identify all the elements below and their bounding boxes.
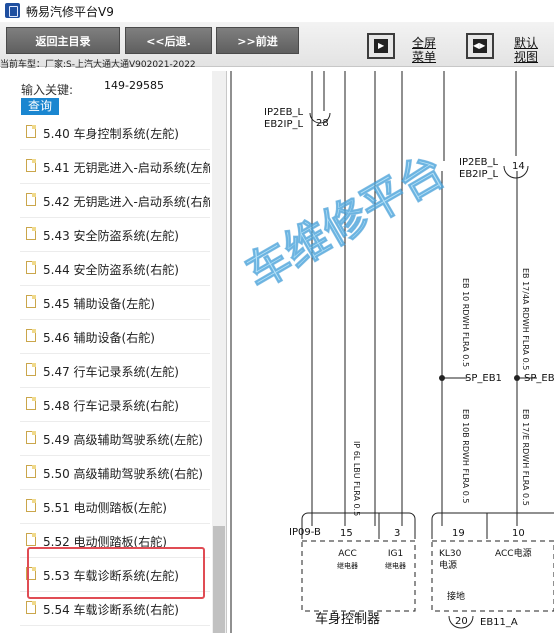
tree-item[interactable]: 5.46 辅助设备(右舵) — [20, 321, 210, 354]
document-icon — [26, 295, 36, 308]
tree-item[interactable]: 5.41 无钥匙进入-启动系统(左舵) — [20, 151, 210, 184]
query-button[interactable]: 查询 — [21, 98, 59, 115]
connector-label: IP09-B — [289, 527, 321, 538]
connector-label: EB11_A — [480, 617, 518, 628]
splice-label: SP_EB1 — [465, 373, 502, 384]
tree-item[interactable]: 5.49 高级辅助驾驶系统(左舵) — [20, 423, 210, 456]
tree-item[interactable]: 5.42 无钥匙进入-启动系统(右舵) — [20, 185, 210, 218]
app-icon — [5, 3, 20, 18]
pin-number: 14 — [512, 161, 525, 172]
fullscreen-menu-button[interactable]: ▶ — [367, 33, 395, 59]
forward-button[interactable]: >>前进 — [216, 27, 299, 54]
wire-label: EB 10 RDWH FLRA 0.5 — [461, 278, 470, 368]
splice-label: SP_EB1 — [524, 373, 554, 384]
fullscreen-menu-label[interactable]: 全屏 菜单 — [412, 36, 436, 64]
document-icon — [26, 397, 36, 410]
back-to-main-button[interactable]: 返回主目录 — [6, 27, 120, 54]
document-icon — [26, 159, 36, 172]
pin-function: IG1 继电器 — [385, 549, 406, 570]
default-view-label[interactable]: 默认 视图 — [514, 36, 538, 64]
pin-function: ACC电源 — [495, 549, 532, 559]
document-icon — [26, 465, 36, 478]
wire-label: EB 17/4A RDWH FLRA 0.5 — [521, 268, 530, 371]
document-icon — [26, 601, 36, 614]
current-car-model: 当前车型：厂家:S-上汽大通大通V902021-2022 — [0, 60, 196, 70]
document-icon — [26, 431, 36, 444]
pin-number: 15 — [340, 528, 353, 539]
tree-item[interactable]: 5.50 高级辅助驾驶系统(右舵) — [20, 457, 210, 490]
tree-item[interactable]: 5.40 车身控制系统(左舵) — [20, 117, 210, 150]
document-icon — [26, 329, 36, 342]
tree-item[interactable]: 5.43 安全防盗系统(左舵) — [20, 219, 210, 252]
scrollbar-thumb[interactable] — [213, 526, 225, 633]
signal-label: IP2EB_L EB2IP_L — [459, 157, 499, 180]
document-icon — [26, 227, 36, 240]
module-label: 车身控制器 — [315, 612, 381, 627]
keyword-label: 输入关键: — [21, 83, 74, 97]
wiring-diagram[interactable]: 车维修平台 IP2EB_L EB2IP_L 28 IP2EB_L EB2IP_L 1… — [227, 71, 554, 633]
expand-icon: ▶ — [374, 39, 388, 53]
pin-number: 10 — [512, 528, 525, 539]
document-icon — [26, 533, 36, 546]
default-view-button[interactable]: ◀▶ — [466, 33, 494, 59]
wire-label: IP 6L LBU FLRA 0.5 — [352, 441, 361, 517]
pin-function: 接地 — [447, 592, 466, 602]
signal-label: IP2EB_L EB2IP_L — [264, 107, 304, 130]
pin-number: 19 — [452, 528, 465, 539]
tree-item[interactable]: 5.48 行车记录系统(右舵) — [20, 389, 210, 422]
pin-function: KL30 电源 — [439, 549, 462, 571]
document-icon — [26, 499, 36, 512]
split-view-icon: ◀▶ — [473, 39, 487, 53]
title-bar: 畅易汽修平台V9 — [0, 0, 554, 23]
document-icon — [26, 193, 36, 206]
wire-label: EB 17/E RDWH FLRA 0.5 — [521, 409, 530, 506]
pin-number: 3 — [394, 528, 401, 539]
pin-function: ACC 继电器 — [337, 549, 358, 570]
wire-label: EB 10B RDWH FLRA 0.5 — [461, 409, 470, 504]
window-title: 畅易汽修平台V9 — [26, 5, 114, 19]
back-button[interactable]: <<后退. — [125, 27, 212, 54]
document-icon — [26, 261, 36, 274]
tree-item[interactable]: 5.47 行车记录系统(左舵) — [20, 355, 210, 388]
pin-number: 20 — [455, 616, 468, 627]
document-icon — [26, 125, 36, 138]
keyword-input[interactable]: 149-29585 — [104, 79, 164, 92]
tree-item[interactable]: 5.51 电动侧踏板(左舵) — [20, 491, 210, 524]
pin-number: 28 — [316, 118, 329, 129]
tree-item[interactable]: 5.45 辅助设备(左舵) — [20, 287, 210, 320]
tree-item[interactable]: 5.44 安全防盗系统(右舵) — [20, 253, 210, 286]
selection-highlight — [27, 547, 205, 599]
sidebar-scrollbar[interactable] — [212, 71, 226, 633]
document-icon — [26, 363, 36, 376]
